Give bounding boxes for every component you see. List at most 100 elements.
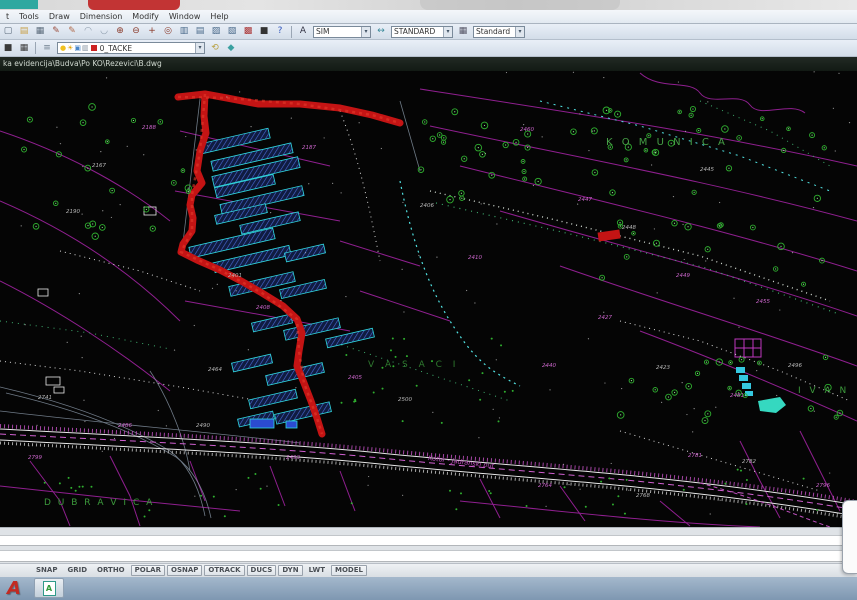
parcel-number: 2448	[622, 225, 636, 231]
dim-style-combo[interactable]: STANDARD ▾	[391, 26, 453, 38]
chevron-down-icon[interactable]: ▾	[515, 27, 524, 37]
tree-dot	[491, 338, 493, 340]
tree-dot	[737, 469, 739, 471]
command-input-row[interactable]	[0, 550, 857, 562]
parcel-number: 2445	[700, 167, 714, 173]
parcel-number: 2408	[256, 305, 270, 311]
status-toggle-dyn[interactable]: DYN	[278, 565, 302, 576]
pencil-icon[interactable]: ✎	[49, 25, 63, 38]
status-toggle-model[interactable]: MODEL	[331, 565, 367, 576]
arc2-icon[interactable]: ◡	[97, 25, 111, 38]
parcel-number: 2486	[118, 423, 132, 429]
status-toggle-lwt[interactable]: LWT	[305, 565, 329, 576]
layer-manager-icon[interactable]: ≡	[40, 42, 54, 55]
chevron-down-icon[interactable]: ▾	[361, 27, 370, 37]
toolpalette-icon[interactable]: ▧	[225, 25, 239, 38]
status-toggle-ortho[interactable]: ORTHO	[93, 565, 129, 576]
save-icon[interactable]: ▦	[33, 25, 47, 38]
layer-unlock-icon[interactable]: ▣	[74, 43, 81, 53]
layer-thaw-icon[interactable]: ☀	[67, 43, 73, 53]
model-icon[interactable]: ■	[1, 42, 15, 55]
gray-fragment	[420, 0, 620, 10]
tree-dot	[617, 495, 619, 497]
menu-item-dimension[interactable]: Dimension	[75, 10, 128, 23]
layer-previous-icon[interactable]: ⟲	[208, 42, 222, 55]
area-label: D U B R A V I C A	[44, 498, 154, 508]
command-line-row[interactable]	[0, 535, 857, 546]
parcel-number: 2455	[756, 299, 770, 305]
layer-color-swatch[interactable]	[91, 45, 97, 51]
markup-icon[interactable]: ▩	[241, 25, 255, 38]
red-logo-fragment	[88, 0, 180, 10]
tree-dot	[683, 489, 685, 491]
parcel-number: 2427	[598, 315, 612, 321]
status-toggle-grid[interactable]: GRID	[63, 565, 91, 576]
dim-style-icon[interactable]: ↔	[374, 25, 388, 38]
paper-icon[interactable]: ▦	[17, 42, 31, 55]
menu-item-t[interactable]: t	[1, 10, 14, 23]
tree-dot	[724, 483, 726, 485]
menu-item-modify[interactable]: Modify	[127, 10, 164, 23]
status-toggle-polar[interactable]: POLAR	[131, 565, 165, 576]
status-toggle-ducs[interactable]: DUCS	[247, 565, 277, 576]
text-style-combo[interactable]: SIM ▾	[313, 26, 371, 38]
command-line-area[interactable]	[0, 527, 857, 563]
tree-dot	[70, 487, 72, 489]
parcel-number: 2406	[420, 203, 434, 209]
qnew-icon[interactable]: ▢	[1, 25, 15, 38]
tree-dot	[373, 392, 375, 394]
chevron-down-icon[interactable]: ▾	[443, 27, 452, 37]
tree-dot	[200, 495, 202, 497]
status-toggle-osnap[interactable]: OSNAP	[167, 565, 202, 576]
floating-panel-edge[interactable]	[842, 500, 857, 574]
tree-dot	[59, 482, 61, 484]
autocad-logo-icon[interactable]: A	[7, 578, 21, 599]
tree-dot	[345, 354, 347, 356]
tree-dot	[260, 488, 262, 490]
pencil2-icon[interactable]: ✎	[65, 25, 79, 38]
drawing-file-icon: A	[43, 581, 56, 596]
help-icon[interactable]: ?	[273, 25, 287, 38]
parcel-number: 2187	[302, 145, 316, 151]
blockeditor-icon[interactable]: ■	[257, 25, 271, 38]
arc-icon[interactable]: ◠	[81, 25, 95, 38]
drawing-title-bar[interactable]: ka evidencija\Budva\Po KO\Rezevici\B.dwg	[0, 57, 857, 71]
drawing-canvas[interactable]: K O M U N I C AV A S A C ID U B R A V I …	[0, 71, 857, 527]
tree-dot	[90, 486, 92, 488]
menu-item-window[interactable]: Window	[164, 10, 206, 23]
layer-on-icon[interactable]: ●	[60, 43, 66, 53]
table-style-combo[interactable]: Standard ▾	[473, 26, 525, 38]
tree-dot	[600, 481, 602, 483]
menu-item-draw[interactable]: Draw	[44, 10, 75, 23]
text-style-icon[interactable]: A	[296, 25, 310, 38]
pan-icon[interactable]: +	[145, 25, 159, 38]
tree-dot	[512, 390, 514, 392]
autocad-window: tToolsDrawDimensionModifyWindowHelp ▢▤▦✎…	[0, 0, 857, 600]
status-toggle-snap[interactable]: SNAP	[32, 565, 61, 576]
tree-dot	[498, 420, 500, 422]
tree-dot	[441, 422, 443, 424]
parcel-number: 2447	[578, 197, 592, 203]
layer-combo[interactable]: ●☀▣▥ 0_TACKE ▾	[57, 42, 205, 54]
parcel-number: 2423	[656, 365, 670, 371]
tree-dot	[488, 490, 490, 492]
layer-dialog-icon[interactable]: ▤	[193, 25, 207, 38]
open-icon[interactable]: ▤	[17, 25, 31, 38]
properties-icon[interactable]: ▥	[177, 25, 191, 38]
tree-dot	[354, 399, 356, 401]
dbconnect-icon[interactable]: ▨	[209, 25, 223, 38]
make-current-icon[interactable]: ◆	[224, 42, 238, 55]
taskbar-app-button[interactable]: A	[34, 578, 64, 598]
tree-dot	[224, 515, 226, 517]
toolbar-separator	[35, 42, 36, 54]
chevron-down-icon[interactable]: ▾	[195, 43, 204, 53]
menu-item-tools[interactable]: Tools	[14, 10, 44, 23]
tree-dot	[82, 486, 84, 488]
layer-plot-icon[interactable]: ▥	[82, 43, 89, 53]
zoom-window-icon[interactable]: ⊕	[113, 25, 127, 38]
orbit-icon[interactable]: ◎	[161, 25, 175, 38]
status-toggle-otrack[interactable]: OTRACK	[204, 565, 244, 576]
zoom-out-icon[interactable]: ⊖	[129, 25, 143, 38]
table-style-icon[interactable]: ▦	[456, 25, 470, 38]
menu-item-help[interactable]: Help	[205, 10, 233, 23]
